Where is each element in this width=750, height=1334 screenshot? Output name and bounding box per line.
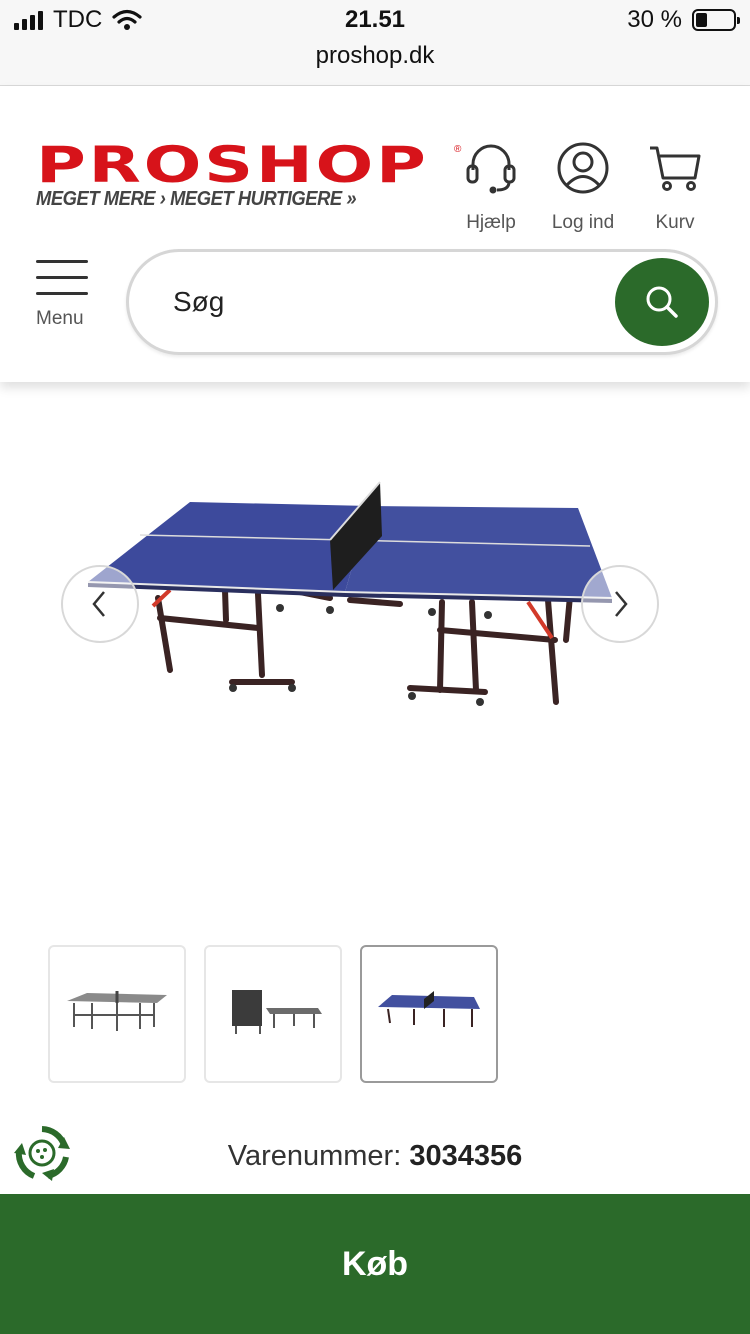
buy-label: Køb xyxy=(341,1244,409,1283)
buy-button[interactable]: Køb xyxy=(0,1194,750,1334)
status-right: 30 % xyxy=(627,6,740,34)
cart-button[interactable]: Kurv xyxy=(640,140,710,234)
product-image-carousel xyxy=(0,440,750,760)
battery-fill xyxy=(696,13,707,27)
menu-label: Menu xyxy=(36,308,84,329)
sku-value: 3034356 xyxy=(409,1140,523,1172)
thumbnail-1[interactable] xyxy=(48,945,186,1083)
blue-table-thumbnail-icon xyxy=(378,991,480,1027)
search-icon xyxy=(646,286,678,318)
hamburger-icon xyxy=(36,260,90,295)
headset-icon xyxy=(466,144,516,194)
menu-button[interactable]: Menu xyxy=(36,260,90,330)
help-button[interactable]: Hjælp xyxy=(456,140,526,234)
header-actions: Hjælp Log ind Kurv xyxy=(456,140,710,234)
folded-table-thumbnail-icon xyxy=(232,990,322,1034)
thumbnail-strip xyxy=(48,945,498,1083)
cart-label: Kurv xyxy=(655,212,695,233)
proshop-logo[interactable]: PROSHOP ® MEGET MERE › MEGET HURTIGERE » xyxy=(36,140,461,211)
battery-icon xyxy=(692,9,740,31)
battery-percent: 30 % xyxy=(627,6,682,33)
help-label: Hjælp xyxy=(466,212,516,233)
carousel-next-button[interactable] xyxy=(581,565,659,643)
search-bar xyxy=(126,249,718,355)
carousel-prev-button[interactable] xyxy=(61,565,139,643)
chevron-left-icon xyxy=(92,591,105,617)
table-thumbnail-icon xyxy=(67,991,167,1031)
login-label: Log ind xyxy=(551,212,615,233)
logo-wordmark: PROSHOP xyxy=(36,136,429,194)
chevron-right-icon xyxy=(615,591,628,617)
thumbnail-3[interactable] xyxy=(360,945,498,1083)
cart-icon xyxy=(650,146,701,191)
site-header: PROSHOP ® MEGET MERE › MEGET HURTIGERE »… xyxy=(0,86,750,382)
user-icon xyxy=(557,142,609,194)
logo-tagline: MEGET MERE › MEGET HURTIGERE » xyxy=(36,188,357,210)
address-bar-url[interactable]: proshop.dk xyxy=(0,42,750,70)
sku-label: Varenummer: xyxy=(227,1140,402,1172)
search-button[interactable] xyxy=(615,258,709,346)
login-button[interactable]: Log ind xyxy=(548,140,618,234)
thumbnail-2[interactable] xyxy=(204,945,342,1083)
search-input[interactable] xyxy=(173,286,573,318)
status-bar: TDC 21.51 proshop.dk 30 % xyxy=(0,0,750,86)
product-sku: Varenummer: 3034356 xyxy=(0,1140,750,1173)
